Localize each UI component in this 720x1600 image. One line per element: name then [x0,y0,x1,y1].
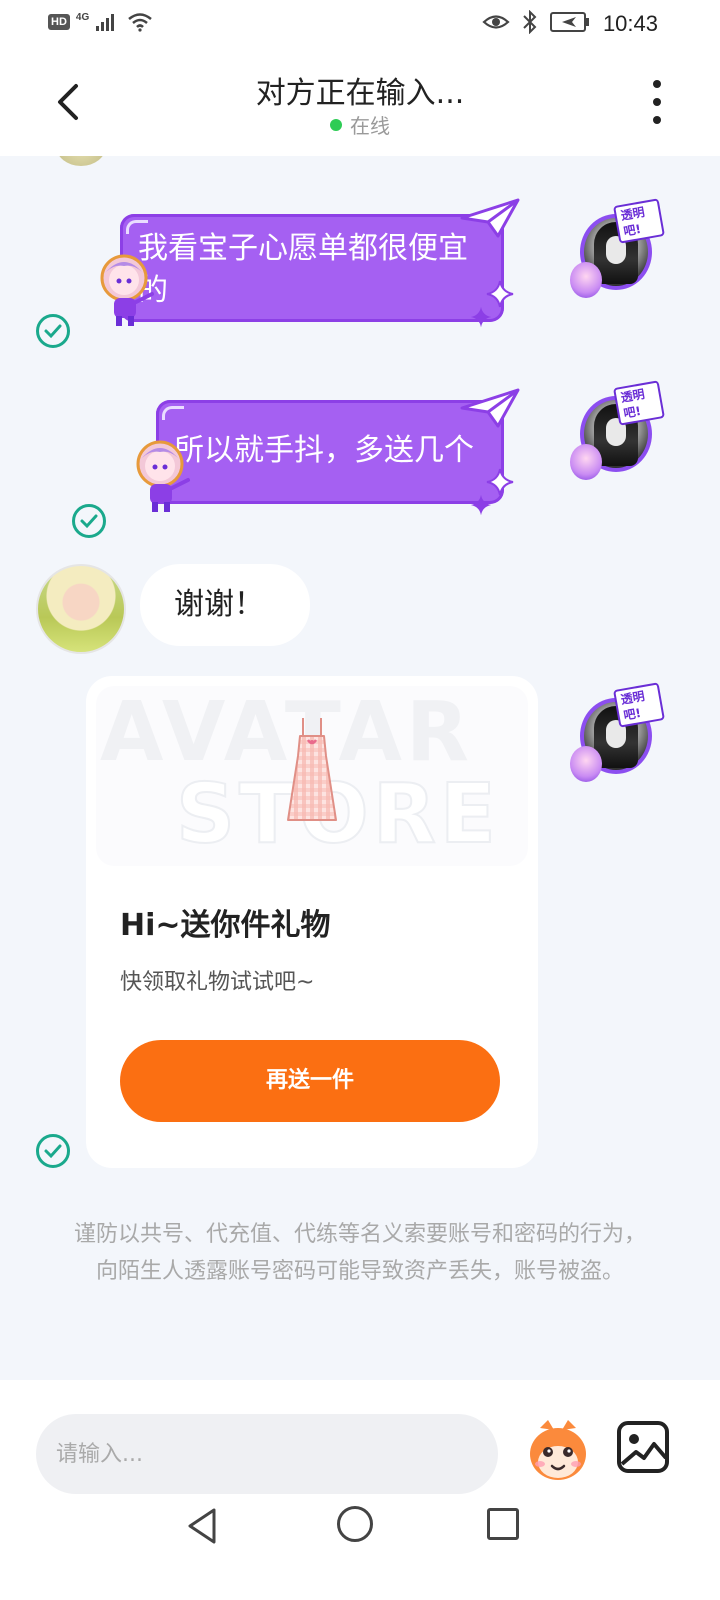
gift-banner: AVATAR STORE [96,686,528,866]
paper-plane-icon [460,388,520,428]
bubble-corner-decoration [162,406,184,420]
chibi-sticker-icon [136,440,190,512]
message-bubble-received[interactable]: 谢谢！ [140,564,310,646]
hd-badge: HD [48,14,70,30]
online-status-label: 在线 [350,114,390,138]
chibi-sticker-icon [100,254,154,326]
avatar-frame-tag: 透明吧! [613,198,665,244]
avatar-frame-sticker-icon [570,444,602,480]
more-dot-icon [653,80,661,88]
read-check-icon [72,504,106,538]
gift-card[interactable]: AVATAR STORE Hi~送你件礼物 快领取礼物试试吧~ 再送一件 [86,676,538,1168]
image-picker-icon[interactable] [616,1420,670,1474]
status-bar: HD 4G 10:43 [0,0,720,52]
online-dot-icon [330,118,342,131]
bluetooth-icon [523,10,537,34]
my-avatar[interactable]: 透明吧! [566,198,665,302]
nav-recent-apps-icon[interactable] [487,1508,519,1540]
eye-icon [482,15,510,29]
network-type: 4G [75,12,90,23]
message-text: 所以就手抖，多送几个 [174,433,474,468]
message-text: 谢谢！ [174,587,264,622]
chat-header: 对方正在输入... 在线 [0,52,720,156]
dress-gift-icon [287,718,337,821]
message-input[interactable] [36,1414,498,1494]
status-right [482,10,590,34]
more-options-button[interactable] [644,80,670,124]
more-dot-icon [653,98,661,106]
message-bubble-sent[interactable]: 我看宝子心愿单都很便宜的 [120,214,504,322]
emoji-mascot-button[interactable] [526,1418,590,1484]
chat-title: 对方正在输入... [255,76,465,111]
sparkle-icon [486,280,514,308]
read-check-icon [36,1134,70,1168]
my-avatar[interactable]: 透明吧! [566,682,665,786]
paper-plane-icon [460,198,520,238]
avatar-frame-tag: 透明吧! [613,682,665,728]
sparkle-icon [486,468,514,496]
avatar-frame-sticker-icon [570,262,602,298]
battery-icon [550,12,589,32]
sparkle-icon [470,306,492,328]
safety-warning: 谨防以共号、代充值、代练等名义索要账号和密码的行为，向陌生人透露账号密码可能导致… [73,1222,646,1284]
bubble-corner-decoration [126,220,148,234]
nav-home-icon[interactable] [337,1506,373,1542]
avatar-frame-sticker-icon [570,746,602,782]
chat-message-list[interactable]: 我看宝子心愿单都很便宜的 透明吧! 所以就手抖，多送几个 透明吧! 谢谢！ AV… [0,156,720,1380]
gift-title: Hi~送你件礼物 [120,908,331,943]
sparkle-icon [470,494,492,516]
message-text: 我看宝子心愿单都很便宜的 [138,231,468,308]
more-dot-icon [653,116,661,124]
status-left: HD 4G [48,12,153,32]
clock: 10:43 [602,11,658,36]
nav-back-icon[interactable] [184,1506,220,1546]
avatar[interactable] [56,156,106,166]
avatar-frame-tag: 透明吧! [613,380,665,426]
signal-icon [96,14,115,31]
gift-subtitle: 快领取礼物试试吧~ [120,970,315,995]
wifi-icon [128,13,153,32]
contact-avatar[interactable] [36,564,126,654]
send-another-gift-button[interactable]: 再送一件 [120,1040,500,1122]
my-avatar[interactable]: 透明吧! [566,380,665,484]
message-bubble-sent[interactable]: 所以就手抖，多送几个 [156,400,504,504]
input-bar [0,1380,720,1600]
read-check-icon [36,314,70,348]
online-status: 在线 [0,110,720,139]
